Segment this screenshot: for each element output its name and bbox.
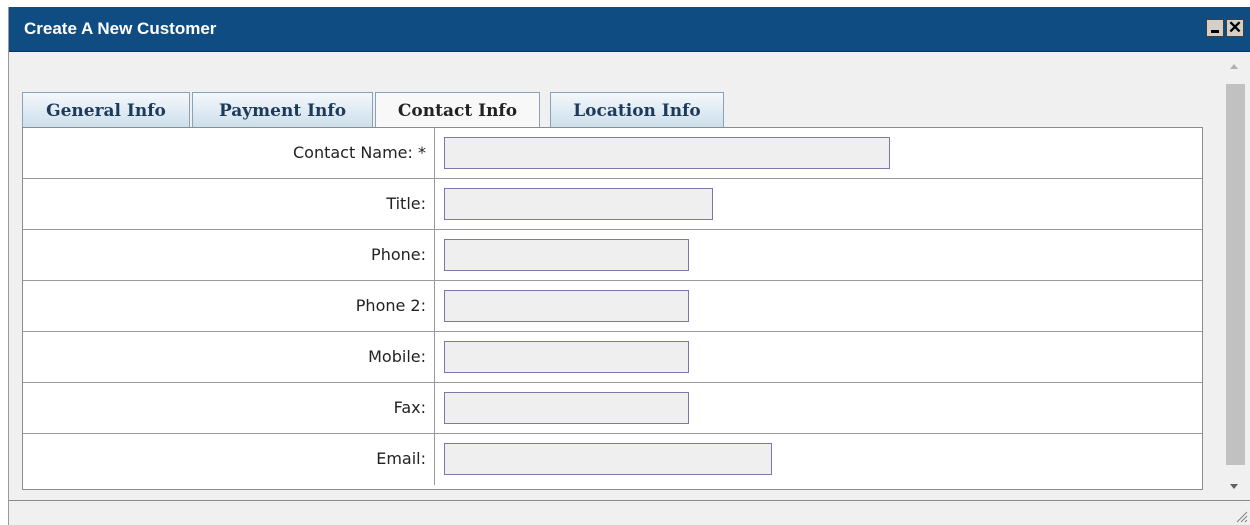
arrow-down-icon[interactable]: [1230, 484, 1238, 489]
contact-name-field[interactable]: [444, 137, 890, 169]
resize-grip-icon[interactable]: [1234, 509, 1248, 523]
dialog-title: Create A New Customer: [24, 19, 217, 38]
contact-name-label: Contact Name: *: [292, 143, 426, 162]
phone-2-field[interactable]: [444, 290, 689, 322]
form-row-phone-2: Phone 2:: [23, 281, 1202, 332]
customer-dialog: Create A New Customer ✕ General Info Pay…: [8, 7, 1250, 525]
email-field[interactable]: [444, 443, 772, 475]
mobile-field[interactable]: [444, 341, 689, 373]
close-button[interactable]: ✕: [1226, 18, 1244, 37]
form-row-title: Title:: [23, 179, 1202, 230]
tab-general-info[interactable]: General Info: [22, 92, 190, 132]
form-row-contact-name: Contact Name: *: [23, 128, 1202, 179]
form-row-fax: Fax:: [23, 383, 1202, 434]
mobile-label: Mobile:: [368, 347, 426, 366]
minimize-button[interactable]: [1206, 19, 1224, 37]
phone-label: Phone:: [371, 245, 426, 264]
form-row-email: Email:: [23, 434, 1202, 485]
scroll-thumb[interactable]: [1226, 84, 1245, 465]
form-row-phone: Phone:: [23, 230, 1202, 281]
title-bar[interactable]: Create A New Customer ✕: [9, 7, 1250, 52]
fax-label: Fax:: [393, 398, 426, 417]
phone-field[interactable]: [444, 239, 689, 271]
arrow-up-icon[interactable]: [1230, 64, 1238, 69]
contact-info-form: Contact Name: * Title: Phone: Phone 2: M…: [22, 127, 1203, 490]
form-row-mobile: Mobile:: [23, 332, 1202, 383]
dialog-footer-divider: [9, 500, 1250, 501]
title-field[interactable]: [444, 188, 713, 220]
email-label: Email:: [376, 449, 426, 468]
tab-location-info[interactable]: Location Info: [550, 92, 724, 132]
vertical-scrollbar[interactable]: [1222, 54, 1249, 498]
title-label: Title:: [386, 194, 426, 213]
tab-payment-info[interactable]: Payment Info: [192, 92, 373, 132]
fax-field[interactable]: [444, 392, 689, 424]
phone-2-label: Phone 2:: [355, 296, 426, 315]
close-icon: ✕: [1227, 18, 1243, 37]
